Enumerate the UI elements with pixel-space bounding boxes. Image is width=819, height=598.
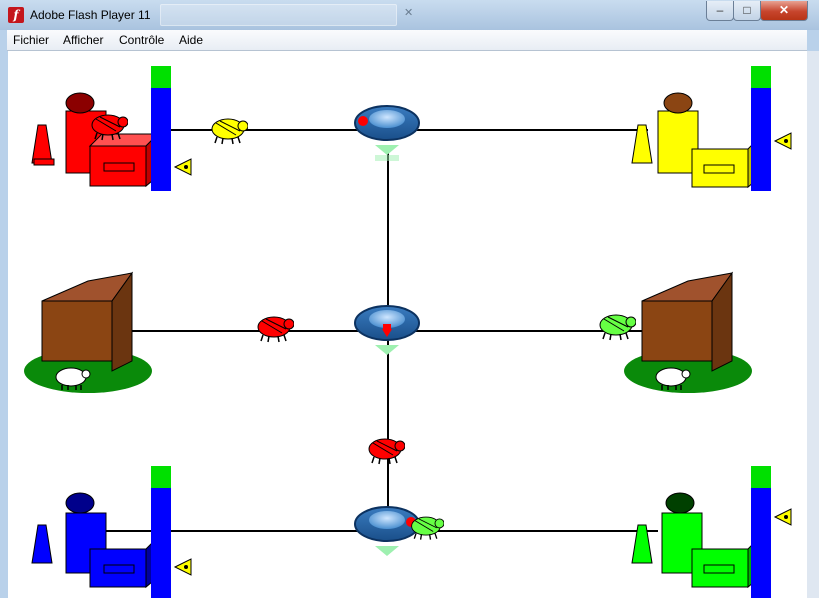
game-stage[interactable] [8,51,807,598]
window-title: Adobe Flash Player 11 [30,8,151,22]
background-tab[interactable] [160,4,397,26]
hub-top[interactable] [354,105,420,161]
pig-yellow[interactable] [211,118,248,145]
pig-red[interactable] [257,316,294,343]
menu-afficher[interactable]: Afficher [63,33,103,47]
game-canvas [24,66,792,598]
menu-controle[interactable]: Contrôle [119,33,164,47]
radio-icon[interactable] [774,508,792,526]
minimize-button[interactable]: – [706,1,734,21]
hub-bottom[interactable] [354,506,420,556]
radio-icon[interactable] [174,558,192,576]
app-window: f Adobe Flash Player 11 ✕ – □ ✕ Fichier … [0,0,819,598]
close-button[interactable]: ✕ [760,1,808,21]
menu-bar: Fichier Afficher Contrôle Aide [7,30,807,51]
menu-fichier[interactable]: Fichier [13,33,49,47]
background-tab-close-icon[interactable]: ✕ [404,7,416,19]
flash-player-icon: f [8,7,24,23]
factory-blue[interactable] [31,492,159,589]
factory-green[interactable] [631,492,761,589]
pig-green[interactable] [599,314,636,341]
pig-green[interactable] [410,516,444,541]
barn-right[interactable] [624,271,752,393]
maximize-button[interactable]: □ [733,1,761,21]
energy-bar-blue-top [151,466,171,488]
radio-icon[interactable] [774,132,792,150]
title-bar[interactable]: f Adobe Flash Player 11 ✕ – □ ✕ [0,0,819,30]
barn-left[interactable] [24,271,152,393]
factory-yellow[interactable] [631,92,761,189]
energy-bar-yellow-top [751,66,771,88]
menu-aide[interactable]: Aide [179,33,203,47]
radio-icon[interactable] [174,158,192,176]
factory-red[interactable] [31,92,160,188]
energy-bar-red-top [151,66,171,88]
energy-bar-green-top [751,466,771,488]
window-right-border [807,51,819,598]
hub-middle[interactable] [354,305,420,355]
